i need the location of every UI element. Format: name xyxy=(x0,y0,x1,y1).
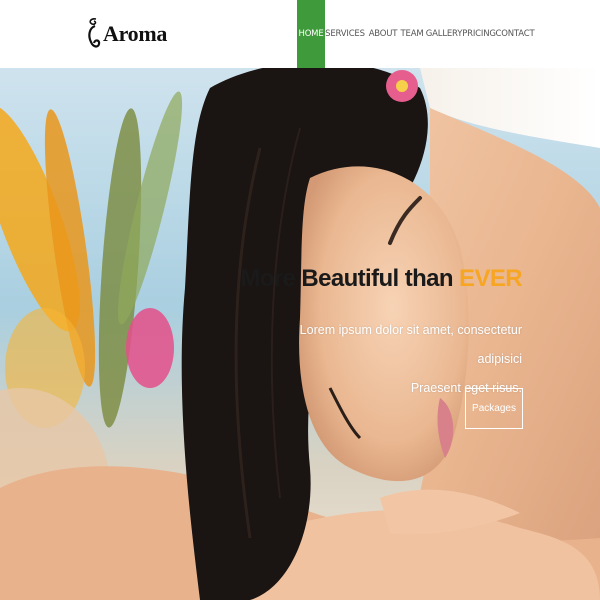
nav-item-contact[interactable]: CONTACT xyxy=(493,0,537,68)
brand-name: Aroma xyxy=(103,21,168,46)
nav-item-home[interactable]: HOME xyxy=(297,0,325,68)
hero-banner: More Beautiful than EVER Lorem ipsum dol… xyxy=(0,68,600,600)
nav-item-pricing[interactable]: PRICING xyxy=(462,0,496,68)
nav-item-about[interactable]: ABOUT xyxy=(365,0,401,68)
nav-item-team[interactable]: TEAM xyxy=(401,0,424,68)
hero-title-main: More Beautiful than xyxy=(240,265,460,292)
nav-item-gallery[interactable]: GALLERY xyxy=(423,0,465,68)
main-nav: HOME SERVICES ABOUT TEAM GALLERY PRICING… xyxy=(297,0,537,68)
hero-title-accent: EVER xyxy=(459,265,523,292)
nav-item-services[interactable]: SERVICES xyxy=(325,0,365,68)
swirl-logo-icon xyxy=(88,18,101,48)
hero-subtitle-line1: Lorem ipsum dolor sit amet, consectetur … xyxy=(299,323,522,366)
hero-title: More Beautiful than EVER xyxy=(240,265,522,293)
site-header: Aroma HOME SERVICES ABOUT TEAM GALLERY P… xyxy=(0,0,600,68)
brand-logo[interactable]: Aroma xyxy=(86,12,167,56)
packages-button[interactable]: Packages xyxy=(465,388,523,429)
